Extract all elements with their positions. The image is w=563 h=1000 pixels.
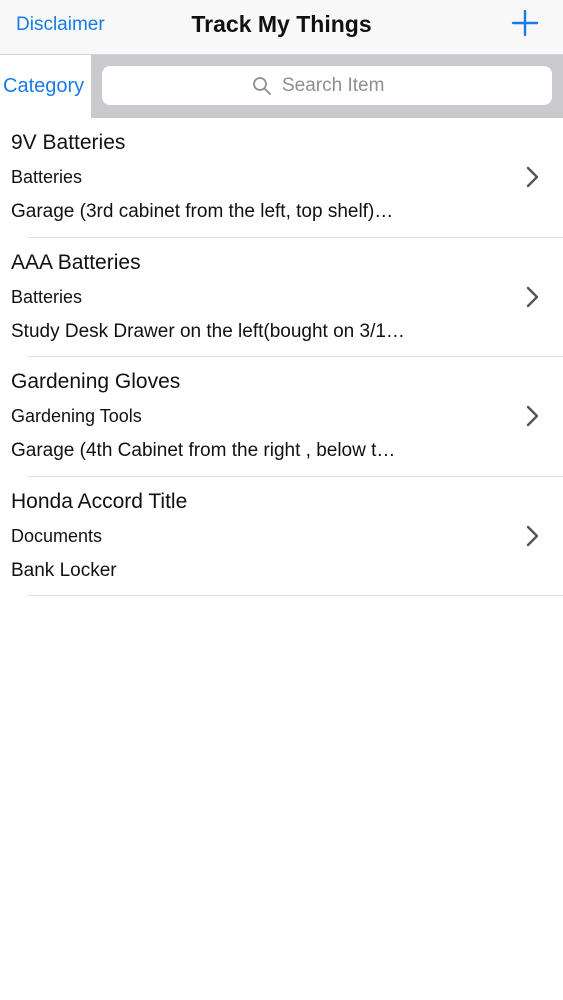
item-category: Documents <box>11 525 103 546</box>
list-item[interactable]: AAA Batteries Batteries Study Desk Drawe… <box>0 238 563 357</box>
item-category: Batteries <box>11 167 83 187</box>
page-title: Track My Things <box>191 11 372 37</box>
chevron-right-icon <box>526 405 539 427</box>
item-category: Gardening Tools <box>11 406 142 426</box>
item-location: Garage (3rd cabinet from the left, top s… <box>11 201 394 222</box>
navigation-bar: Disclaimer Track My Things <box>0 0 563 55</box>
search-icon <box>253 76 271 95</box>
item-location: Study Desk Drawer on the left(bought on … <box>11 320 405 342</box>
item-list: 9V Batteries Batteries Garage (3rd cabin… <box>0 118 563 596</box>
list-item[interactable]: Honda Accord Title Documents Bank Locker <box>0 477 563 596</box>
chevron-right-icon <box>526 166 539 188</box>
item-title: Honda Accord Title <box>11 489 188 513</box>
list-item[interactable]: 9V Batteries Batteries Garage (3rd cabin… <box>0 118 563 238</box>
item-location: Bank Locker <box>11 559 117 581</box>
search-field[interactable] <box>102 66 552 105</box>
search-input[interactable] <box>282 74 402 97</box>
item-category: Batteries <box>11 286 83 307</box>
chevron-right-icon <box>526 286 539 307</box>
item-title: 9V Batteries <box>11 131 126 154</box>
chevron-right-icon <box>526 525 539 546</box>
plus-icon[interactable] <box>511 9 539 37</box>
category-button[interactable]: Category <box>3 75 84 98</box>
search-bar: Category <box>0 55 563 118</box>
list-item[interactable]: Gardening Gloves Gardening Tools Garage … <box>0 357 563 477</box>
item-title: Gardening Gloves <box>11 370 181 393</box>
row-divider <box>28 595 563 596</box>
item-title: AAA Batteries <box>11 250 141 274</box>
item-location: Garage (4th Cabinet from the right , bel… <box>11 440 396 461</box>
